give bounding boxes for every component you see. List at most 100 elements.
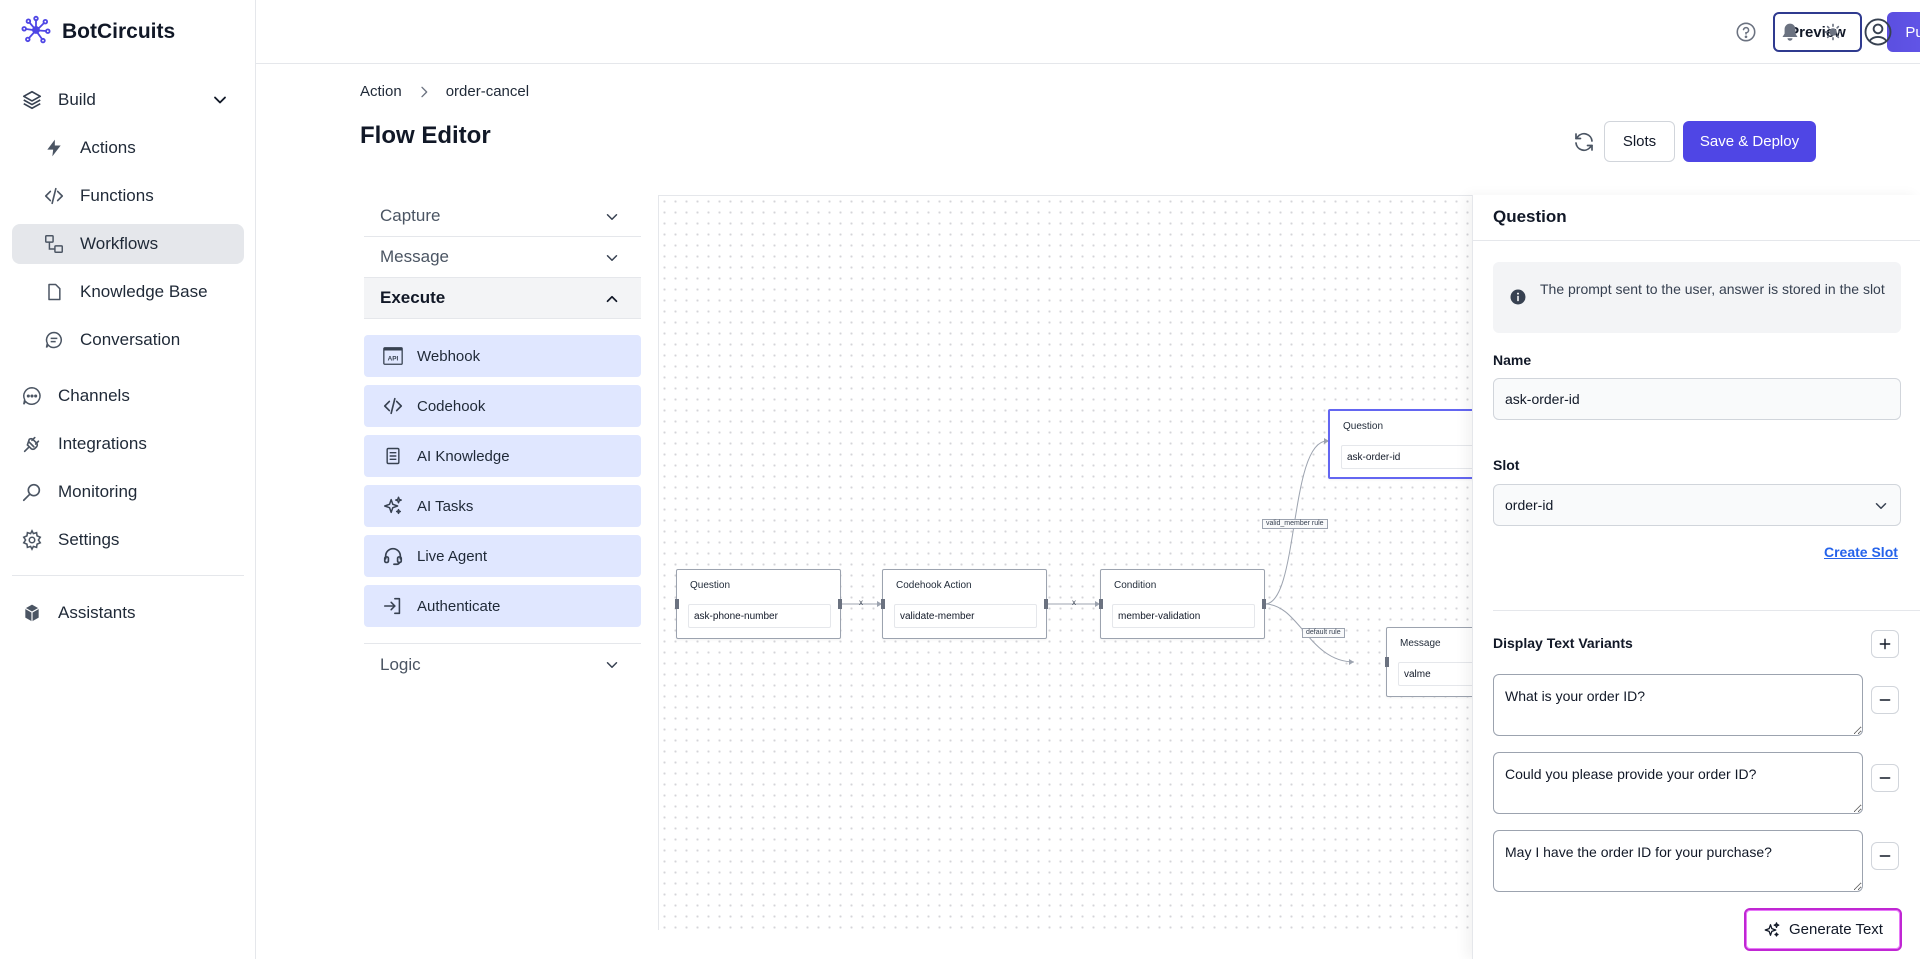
- variant-textarea[interactable]: May I have the order ID for your purchas…: [1493, 830, 1863, 892]
- brand[interactable]: BotCircuits: [20, 14, 175, 50]
- flow-node-message[interactable]: Message valme: [1385, 627, 1473, 697]
- node-type: Message: [1400, 638, 1441, 649]
- palette-item-label: Codehook: [417, 397, 486, 415]
- gear-icon: [20, 528, 44, 552]
- node-input-port[interactable]: [881, 599, 885, 609]
- name-input[interactable]: [1493, 378, 1901, 420]
- add-variant-button[interactable]: [1871, 630, 1899, 658]
- sidebar-item-integrations[interactable]: Integrations: [12, 424, 244, 464]
- sidebar-item-settings[interactable]: Settings: [12, 520, 244, 560]
- node-input-port[interactable]: [675, 599, 679, 609]
- node-input-port[interactable]: [1385, 657, 1389, 667]
- flow-canvas[interactable]: x x valid_member rule default rule Quest…: [658, 195, 1473, 930]
- help-icon[interactable]: [1734, 20, 1758, 44]
- sidebar-item-label: Workflows: [80, 234, 159, 253]
- sidebar-item-workflows[interactable]: Workflows: [12, 224, 244, 264]
- sidebar-item-label: Build: [58, 90, 96, 109]
- user-icon[interactable]: [1862, 16, 1894, 48]
- sidebar-item-conversation[interactable]: Conversation: [12, 320, 244, 360]
- cubes-icon: [20, 601, 44, 625]
- info-text: The prompt sent to the user, answer is s…: [1540, 281, 1885, 297]
- properties-panel: Question The prompt sent to the user, an…: [1472, 195, 1920, 959]
- bolt-icon: [42, 136, 66, 160]
- execute-items: API Webhook Codehook AI Knowledge AI Tas…: [364, 319, 641, 644]
- node-output-port[interactable]: [838, 599, 842, 609]
- node-value: ask-phone-number: [688, 604, 831, 628]
- variant-textarea[interactable]: Could you please provide your order ID?: [1493, 752, 1863, 814]
- node-output-port[interactable]: [1044, 599, 1048, 609]
- node-value: member-validation: [1112, 604, 1255, 628]
- palette-item-ai-tasks[interactable]: AI Tasks: [364, 485, 641, 527]
- palette-item-ai-knowledge[interactable]: AI Knowledge: [364, 435, 641, 477]
- chat-dots-icon: [20, 384, 44, 408]
- remove-variant-button[interactable]: [1871, 842, 1899, 870]
- remove-variant-button[interactable]: [1871, 764, 1899, 792]
- generate-text-label: Generate Text: [1789, 921, 1883, 938]
- node-output-port[interactable]: [1262, 599, 1266, 609]
- chevron-up-icon: [603, 290, 621, 313]
- sidebar-item-build[interactable]: Build: [12, 80, 244, 120]
- breadcrumb: Action order-cancel: [360, 83, 529, 100]
- app-root: BotCircuits Build Actions Functions Work…: [0, 0, 1920, 959]
- save-deploy-button[interactable]: Save & Deploy: [1683, 121, 1816, 162]
- palette-item-label: AI Knowledge: [417, 447, 510, 465]
- node-type: Question: [690, 580, 731, 591]
- node-input-port[interactable]: [1099, 599, 1103, 609]
- document-icon: [381, 444, 405, 468]
- generate-text-button[interactable]: Generate Text: [1744, 908, 1902, 951]
- sparkles-icon: [1763, 921, 1781, 939]
- palette-item-label: Authenticate: [417, 597, 501, 615]
- palette-item-codehook[interactable]: Codehook: [364, 385, 641, 427]
- variant-textarea[interactable]: What is your order ID?: [1493, 674, 1863, 736]
- node-value: valme: [1398, 662, 1473, 686]
- chevron-down-icon: [603, 208, 621, 231]
- slots-button[interactable]: Slots: [1604, 121, 1675, 162]
- chevron-down-icon: [210, 90, 230, 115]
- palette-category-capture[interactable]: Capture: [364, 196, 641, 237]
- flow-edges: [840, 438, 1355, 665]
- flow-node-condition[interactable]: Condition member-validation: [1099, 569, 1266, 639]
- create-slot-link[interactable]: Create Slot: [1824, 544, 1898, 560]
- info-icon: [1509, 288, 1527, 306]
- palette-item-webhook[interactable]: API Webhook: [364, 335, 641, 377]
- palette-category-execute[interactable]: Execute: [364, 278, 641, 319]
- node-palette: Capture Message Execute API Webhook Code…: [364, 196, 641, 685]
- flow-node-question-selected[interactable]: Question ask-order-id: [1328, 409, 1473, 479]
- sun-icon[interactable]: [1821, 20, 1845, 44]
- palette-item-live-agent[interactable]: Live Agent: [364, 535, 641, 577]
- layers-icon: [20, 88, 44, 112]
- node-value: ask-order-id: [1341, 445, 1473, 469]
- flow-node-codehook-action[interactable]: Codehook Action validate-member: [881, 569, 1048, 639]
- palette-category-message[interactable]: Message: [364, 237, 641, 278]
- slot-select[interactable]: order-id: [1493, 484, 1901, 526]
- page-title: Flow Editor: [360, 122, 491, 149]
- sidebar-item-channels[interactable]: Channels: [12, 376, 244, 416]
- edge-label[interactable]: default rule: [1302, 628, 1345, 638]
- svg-text:API: API: [388, 356, 399, 363]
- category-label: Logic: [380, 654, 421, 674]
- bell-icon[interactable]: [1778, 20, 1802, 44]
- palette-category-logic[interactable]: Logic: [364, 644, 641, 685]
- chevron-down-icon: [1872, 497, 1890, 518]
- sidebar-item-label: Functions: [80, 186, 154, 205]
- sidebar-item-monitoring[interactable]: Monitoring: [12, 472, 244, 512]
- refresh-icon[interactable]: [1571, 129, 1597, 155]
- flow-node-question[interactable]: Question ask-phone-number: [675, 569, 842, 639]
- sidebar-item-label: Knowledge Base: [80, 282, 208, 301]
- sidebar-item-functions[interactable]: Functions: [12, 176, 244, 216]
- sidebar-item-assistants[interactable]: Assistants: [12, 593, 244, 633]
- api-icon: API: [381, 344, 405, 368]
- sidebar-item-actions[interactable]: Actions: [12, 128, 244, 168]
- chevron-down-icon: [603, 656, 621, 679]
- sidebar-item-knowledge-base[interactable]: Knowledge Base: [12, 272, 244, 312]
- code-icon: [42, 184, 66, 208]
- name-label: Name: [1493, 352, 1532, 368]
- edge-label[interactable]: valid_member rule: [1262, 519, 1328, 529]
- edge-label: x: [859, 598, 863, 607]
- remove-variant-button[interactable]: [1871, 686, 1899, 714]
- breadcrumb-parent[interactable]: Action: [360, 83, 402, 100]
- code-icon: [381, 394, 405, 418]
- app-name: BotCircuits: [62, 20, 176, 43]
- chevron-right-icon: [416, 84, 432, 100]
- palette-item-authenticate[interactable]: Authenticate: [364, 585, 641, 627]
